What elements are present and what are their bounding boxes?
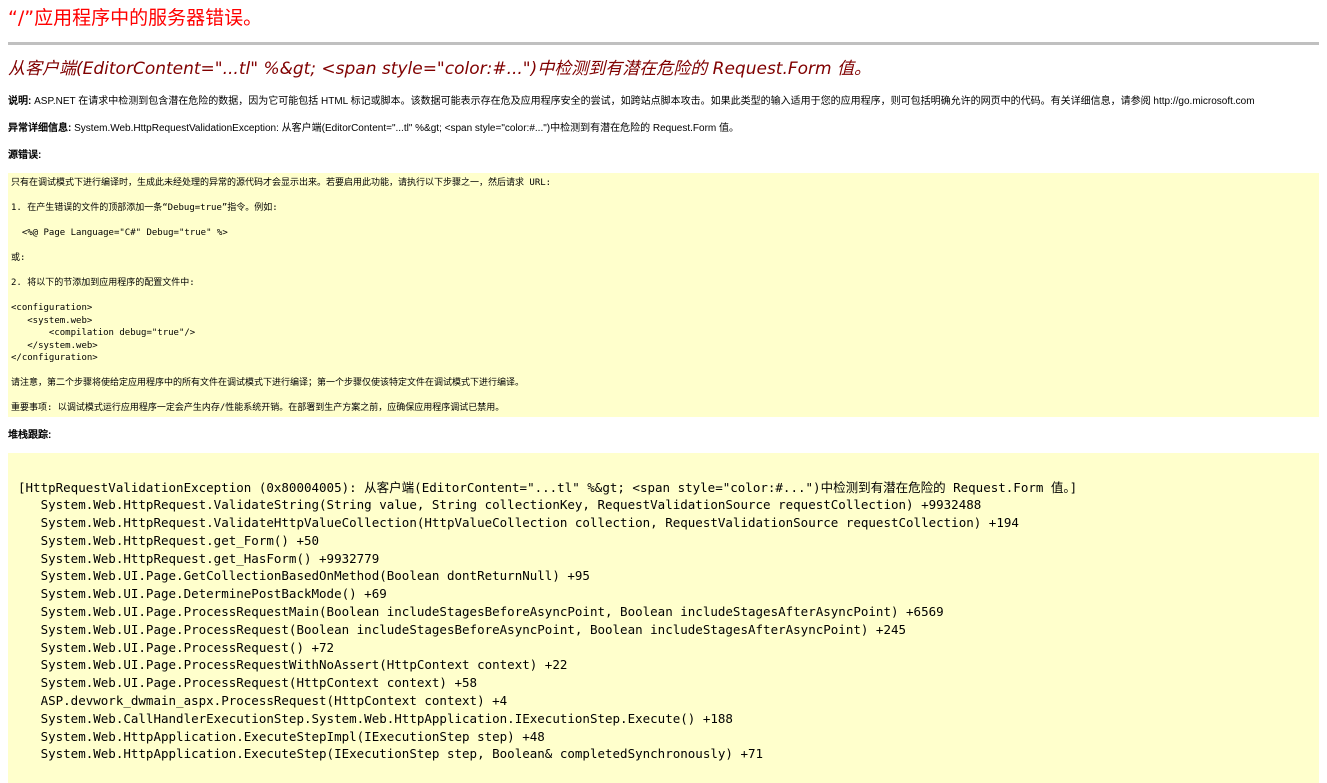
stack-trace-line: System.Web.UI.Page.DeterminePostBackMode… bbox=[18, 586, 387, 602]
exception-text: System.Web.HttpRequestValidationExceptio… bbox=[71, 123, 740, 134]
source-error-line: 请注意，第二个步骤将使给定应用程序中的所有文件在调试模式下进行编译；第一个步骤仅… bbox=[11, 378, 525, 388]
divider bbox=[8, 42, 1319, 45]
source-error-label: 源错误: bbox=[8, 150, 42, 161]
stack-trace-line: System.Web.CallHandlerExecutionStep.Syst… bbox=[18, 710, 733, 726]
description-text: ASP.NET 在请求中检测到包含潜在危险的数据，因为它可能包括 HTML 标记… bbox=[31, 96, 1255, 107]
source-error-line: 或: bbox=[11, 253, 26, 263]
stack-trace-line: System.Web.UI.Page.ProcessRequestWithNoA… bbox=[18, 657, 568, 673]
stack-trace-line: System.Web.HttpApplication.ExecuteStep(I… bbox=[18, 746, 764, 762]
stack-trace-line: System.Web.UI.Page.GetCollectionBasedOnM… bbox=[18, 568, 590, 584]
stack-trace-line: [HttpRequestValidationException (0x80004… bbox=[18, 479, 1078, 495]
exception-label: 异常详细信息: bbox=[8, 123, 72, 134]
stack-trace-line: System.Web.HttpApplication.ExecuteStepIm… bbox=[18, 728, 545, 744]
stack-trace-line: ASP.devwork_dwmain_aspx.ProcessRequest(H… bbox=[18, 693, 508, 709]
stack-trace-line: System.Web.HttpRequest.get_Form() +50 bbox=[18, 532, 320, 548]
source-error-line: 2. 将以下的节添加到应用程序的配置文件中: bbox=[11, 278, 195, 288]
stack-trace-line: System.Web.HttpRequest.ValidateHttpValue… bbox=[18, 515, 1019, 531]
page-title: “/”应用程序中的服务器错误。 bbox=[8, 7, 263, 29]
stack-trace-line: System.Web.HttpRequest.get_HasForm() +99… bbox=[18, 550, 380, 566]
exception-details-block: 异常详细信息: System.Web.HttpRequestValidation… bbox=[8, 122, 1319, 136]
stack-trace-line: System.Web.UI.Page.ProcessRequest(Boolea… bbox=[18, 621, 907, 637]
stack-trace-line: System.Web.HttpRequest.ValidateString(St… bbox=[18, 497, 982, 513]
error-page: “/”应用程序中的服务器错误。 从客户端(EditorContent="...t… bbox=[0, 0, 1319, 783]
error-subtitle: 从客户端(EditorContent="...tl" %&gt; <span s… bbox=[8, 59, 872, 79]
stack-trace-box: [HttpRequestValidationException (0x80004… bbox=[8, 452, 1319, 783]
description-block: 说明: ASP.NET 在请求中检测到包含潜在危险的数据，因为它可能包括 HTM… bbox=[8, 95, 1319, 109]
stack-trace-label: 堆栈跟踪: bbox=[8, 429, 52, 441]
config-snippet: <configuration> <system.web> <compilatio… bbox=[11, 303, 196, 363]
stack-trace-line: System.Web.UI.Page.ProcessRequest(HttpCo… bbox=[18, 675, 478, 691]
source-error-box: 只有在调试模式下进行编译时，生成此未经处理的异常的源代码才会显示出来。若要启用此… bbox=[8, 173, 1319, 417]
source-error-line: 重要事项: 以调试模式运行应用程序一定会产生内存/性能系统开销。在部署到生产方案… bbox=[11, 403, 505, 413]
description-label: 说明: bbox=[8, 96, 32, 107]
source-error-line: <%@ Page Language="C#" Debug="true" %> bbox=[11, 228, 228, 238]
stack-trace-line: System.Web.UI.Page.ProcessRequestMain(Bo… bbox=[18, 604, 944, 620]
source-error-line: 只有在调试模式下进行编译时，生成此未经处理的异常的源代码才会显示出来。若要启用此… bbox=[11, 178, 552, 188]
stack-trace-line: System.Web.UI.Page.ProcessRequest() +72 bbox=[18, 639, 335, 655]
source-error-line: 1. 在产生错误的文件的顶部添加一条“Debug=true”指令。例如: bbox=[11, 203, 278, 213]
